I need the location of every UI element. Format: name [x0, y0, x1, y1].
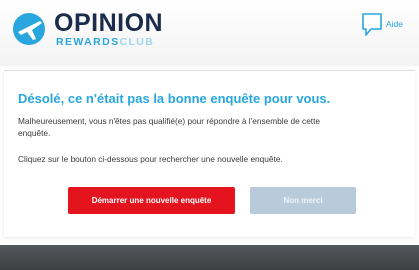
brand-subtitle: REWARDSCLUB [56, 36, 154, 48]
brand-club: CLUB [119, 36, 155, 48]
brand-rewards: REWARDS [56, 36, 120, 48]
message-card: Désolé, ce n'était pas la bonne enquête … [4, 70, 415, 237]
no-thanks-button[interactable]: Non merci [250, 187, 356, 214]
header: OPINION REWARDSCLUB Aide [0, 0, 419, 66]
start-new-survey-button[interactable]: Démarrer une nouvelle enquête [68, 187, 235, 214]
help-link[interactable]: Aide [361, 12, 411, 40]
help-label: Aide [386, 19, 404, 29]
page-title: Désolé, ce n'était pas la bonne enquête … [18, 91, 331, 106]
instruction-text: Cliquez sur le bouton ci-dessous pour re… [18, 154, 283, 164]
brand-name: OPINION [54, 9, 164, 37]
footer-bar [0, 245, 419, 270]
speech-bubble-icon [362, 13, 382, 36]
disqualified-text: Malheureusement, vous n'êtes pas qualifi… [18, 116, 321, 138]
airplane-globe-icon [13, 13, 45, 45]
